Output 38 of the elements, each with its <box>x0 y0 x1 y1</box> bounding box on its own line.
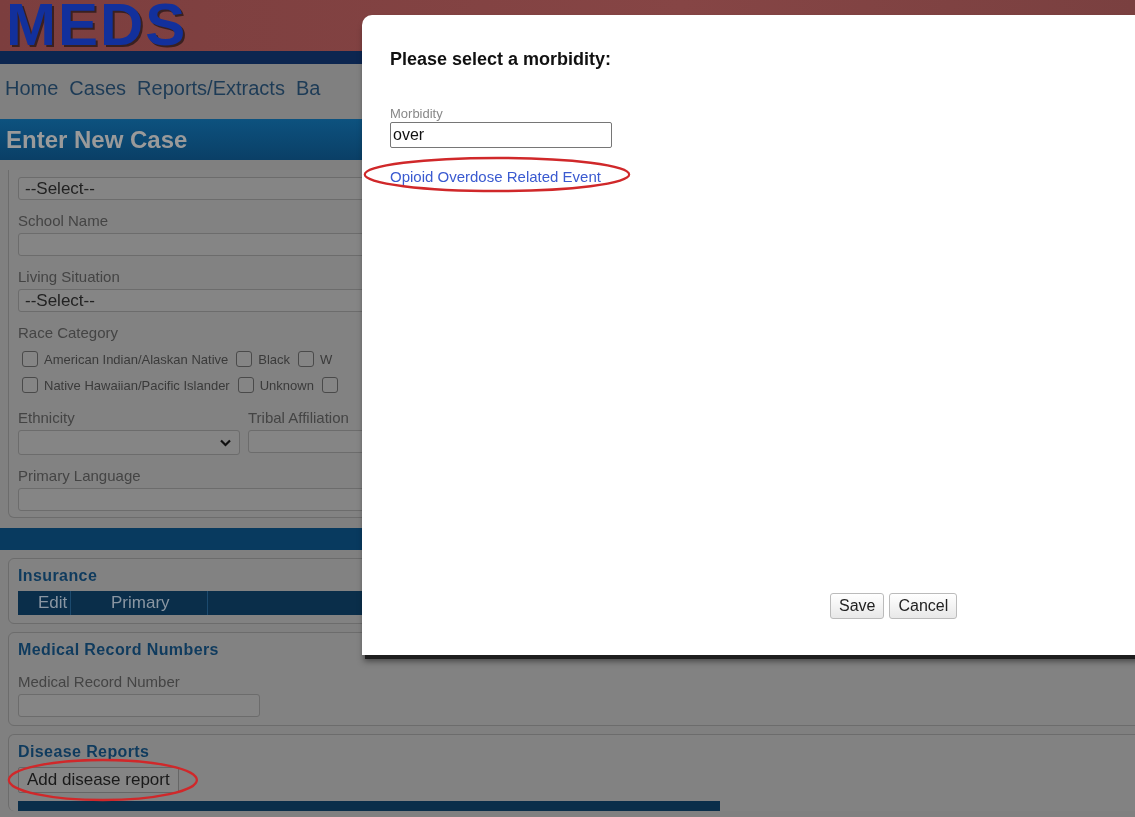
chevron-down-icon <box>220 438 231 447</box>
field-label: School Name <box>18 212 110 229</box>
nav-link[interactable]: Ba <box>295 77 321 109</box>
field-label: Primary Language <box>18 467 142 484</box>
field-label: Tribal Affiliation <box>248 409 350 426</box>
column-header: Edit <box>18 591 71 615</box>
field-label: Medical Record Number <box>18 673 181 690</box>
checkbox[interactable] <box>321 377 338 393</box>
column-header: Primary <box>71 591 208 615</box>
select-field[interactable] <box>18 430 240 455</box>
section-title: Medical Record Numbers <box>18 641 219 659</box>
checkbox-label: W <box>320 351 333 367</box>
field-label: Ethnicity <box>18 409 76 426</box>
section-title: Insurance <box>18 567 98 585</box>
field-label: Race Category <box>18 324 120 341</box>
page-title: Enter New Case <box>5 125 188 154</box>
checkbox-label: Black <box>258 351 291 367</box>
input-field[interactable] <box>18 694 260 717</box>
checkbox-label: American Indian/Alaskan Native <box>44 351 229 367</box>
checkbox-label: Unknown <box>259 377 314 393</box>
field-label: Morbidity <box>390 106 443 121</box>
logo: MEDS <box>5 0 188 51</box>
dialog-title: Please select a morbidity: <box>390 49 612 70</box>
nav-link[interactable]: Cases <box>69 77 127 109</box>
morbidity-field[interactable]: over <box>390 122 612 148</box>
dialog-button[interactable]: Save <box>830 593 885 619</box>
checkbox[interactable] <box>236 351 253 367</box>
checkbox[interactable] <box>298 351 315 367</box>
dialog-button[interactable]: Cancel <box>889 593 958 619</box>
checkbox-label: Native Hawaiian/Pacific Islander <box>44 377 230 393</box>
checkbox[interactable] <box>22 377 38 393</box>
field-label: Living Situation <box>18 268 121 285</box>
checkbox[interactable] <box>22 351 38 367</box>
section-title: Disease Reports <box>18 743 150 761</box>
add-report-button[interactable]: Add disease report <box>18 767 179 793</box>
checkbox[interactable] <box>237 377 254 393</box>
nav-link[interactable]: Reports/Extracts <box>137 77 285 109</box>
nav-link[interactable]: Home <box>5 77 59 109</box>
